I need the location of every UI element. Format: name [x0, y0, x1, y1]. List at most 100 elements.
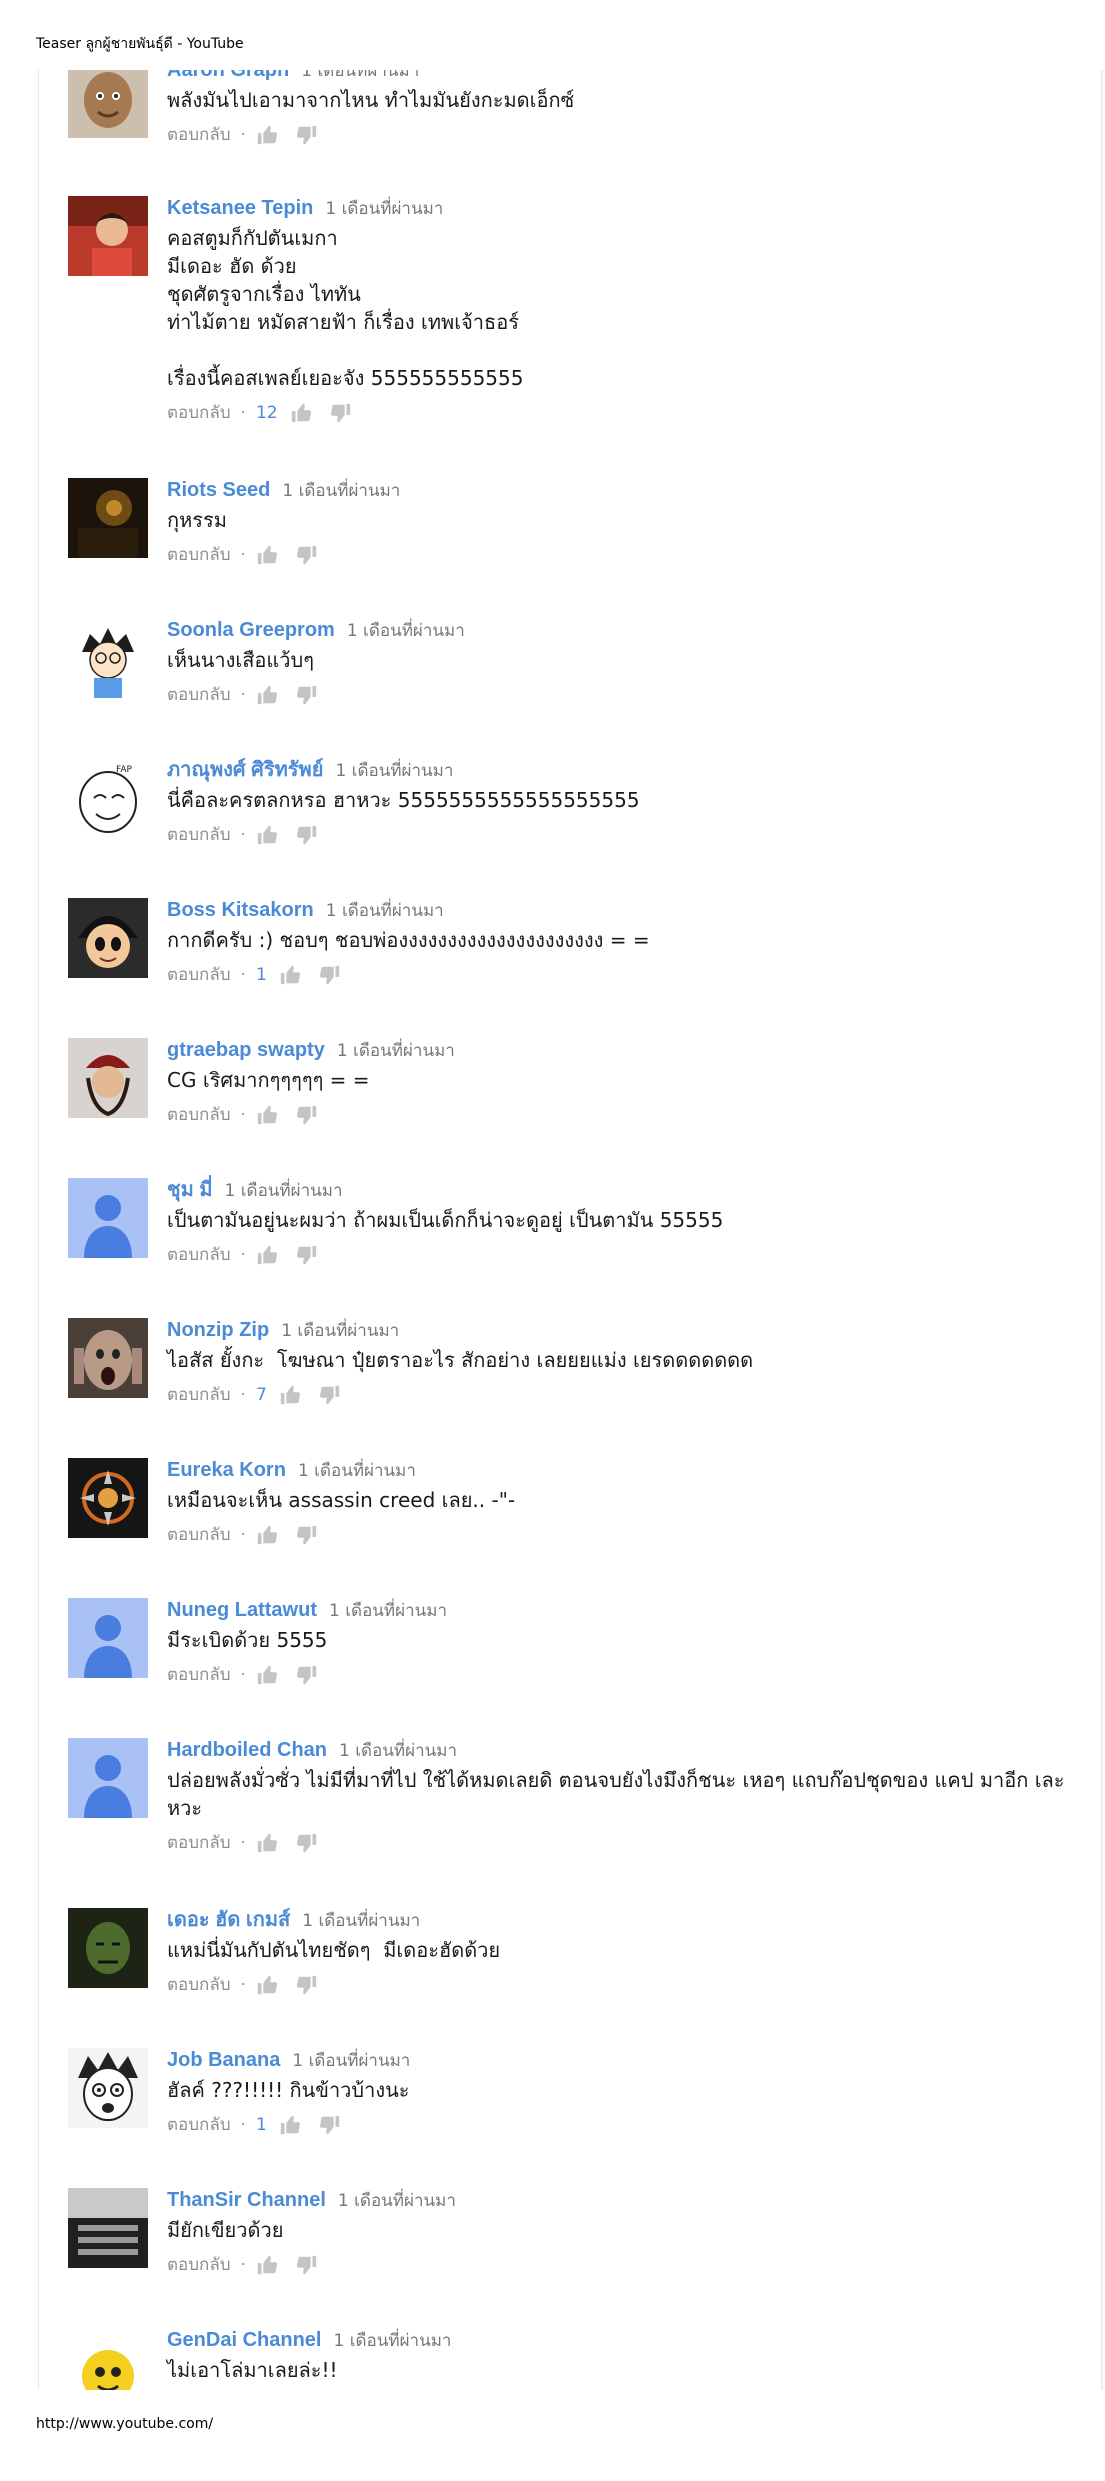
author-link[interactable]: Eureka Korn	[167, 1459, 286, 1481]
thumb-up-icon[interactable]	[256, 1664, 278, 1686]
reply-button[interactable]: ตอบกลับ	[167, 398, 231, 428]
thumb-up-icon[interactable]	[256, 544, 278, 566]
comment-timestamp[interactable]: 1 เดือนที่ผ่านมา	[339, 1741, 457, 1761]
author-link[interactable]: Soonla Greeprom	[167, 619, 335, 641]
reply-button[interactable]: ตอบกลับ	[167, 1380, 231, 1410]
avatar[interactable]	[68, 1178, 148, 1258]
comment-timestamp[interactable]: 1 เดือนที่ผ่านมา	[225, 1181, 343, 1201]
avatar[interactable]	[68, 1458, 148, 1538]
comment-timestamp[interactable]: 1 เดือนที่ผ่านมา	[347, 621, 465, 641]
avatar[interactable]	[68, 2328, 148, 2390]
reply-button[interactable]: ตอบกลับ	[167, 820, 231, 850]
thumb-down-icon[interactable]	[296, 124, 318, 146]
comment-actions: ตอบกลับ ·	[167, 680, 1067, 710]
reply-button[interactable]: ตอบกลับ	[167, 1970, 231, 2000]
avatar[interactable]	[68, 1038, 148, 1118]
author-link[interactable]: Nonzip Zip	[167, 1319, 269, 1341]
author-link[interactable]: Boss Kitsakorn	[167, 899, 314, 921]
thumb-down-icon[interactable]	[296, 1832, 318, 1854]
thumb-up-icon[interactable]	[256, 684, 278, 706]
thumb-down-icon[interactable]	[319, 964, 341, 986]
comment-actions: ตอบกลับ · 1	[167, 960, 1067, 990]
reply-button[interactable]: ตอบกลับ	[167, 2250, 231, 2280]
reply-button[interactable]: ตอบกลับ	[167, 960, 231, 990]
comment-timestamp[interactable]: 1 เดือนที่ผ่านมา	[281, 1321, 399, 1341]
comment-timestamp[interactable]: 1 เดือนที่ผ่านมา	[329, 1601, 447, 1621]
author-link[interactable]: เดอะ ฮัด เกมส์	[167, 1909, 290, 1931]
avatar[interactable]	[68, 2048, 148, 2128]
thumb-up-icon[interactable]	[256, 1974, 278, 1996]
comment-timestamp[interactable]: 1 เดือนที่ผ่านมา	[337, 1041, 455, 1061]
thumb-up-icon[interactable]	[256, 2254, 278, 2276]
author-link[interactable]: Aaron Graph	[167, 70, 289, 81]
thumb-down-icon[interactable]	[296, 544, 318, 566]
thumb-down-icon[interactable]	[319, 1384, 341, 1406]
avatar[interactable]	[68, 1318, 148, 1398]
thumb-down-icon[interactable]	[319, 2114, 341, 2136]
reply-button[interactable]: ตอบกลับ	[167, 120, 231, 150]
avatar[interactable]	[68, 1908, 148, 1988]
thumb-up-icon[interactable]	[256, 1832, 278, 1854]
thumb-up-icon[interactable]	[256, 824, 278, 846]
avatar[interactable]	[68, 898, 148, 978]
avatar[interactable]	[68, 1598, 148, 1678]
comment-timestamp[interactable]: 1 เดือนที่ผ่านมา	[301, 70, 419, 81]
author-link[interactable]: ชุม มี่	[167, 1179, 213, 1201]
thumb-down-icon[interactable]	[296, 684, 318, 706]
thumb-up-icon[interactable]	[279, 964, 301, 986]
author-link[interactable]: gtraebap swapty	[167, 1039, 325, 1061]
thumb-down-icon[interactable]	[296, 824, 318, 846]
thumb-up-icon[interactable]	[256, 124, 278, 146]
reply-button[interactable]: ตอบกลับ	[167, 1240, 231, 1270]
thumb-up-icon[interactable]	[256, 1524, 278, 1546]
comment-timestamp[interactable]: 1 เดือนที่ผ่านมา	[282, 481, 400, 501]
comment-timestamp[interactable]: 1 เดือนที่ผ่านมา	[325, 199, 443, 219]
author-link[interactable]: Hardboiled Chan	[167, 1739, 327, 1761]
author-link[interactable]: Riots Seed	[167, 479, 270, 501]
comment-timestamp[interactable]: 1 เดือนที่ผ่านมา	[333, 2331, 451, 2351]
comment-timestamp[interactable]: 1 เดือนที่ผ่านมา	[298, 1461, 416, 1481]
avatar[interactable]	[68, 1738, 148, 1818]
reply-button[interactable]: ตอบกลับ	[167, 2110, 231, 2140]
separator-dot: ·	[240, 825, 246, 845]
comment-text: ฮัลค์ ???!!!!! กินข้าวบ้างนะ	[167, 2078, 410, 2102]
comment-timestamp[interactable]: 1 เดือนที่ผ่านมา	[338, 2191, 456, 2211]
avatar[interactable]: FAP	[68, 758, 148, 838]
comment-timestamp[interactable]: 1 เดือนที่ผ่านมา	[302, 1911, 420, 1931]
avatar[interactable]	[68, 478, 148, 558]
thumb-down-icon[interactable]	[330, 402, 352, 424]
thumb-down-icon[interactable]	[296, 2254, 318, 2276]
author-link[interactable]: Ketsanee Tepin	[167, 197, 313, 219]
author-link[interactable]: ThanSir Channel	[167, 2189, 326, 2211]
avatar[interactable]	[68, 70, 148, 138]
reply-button[interactable]: ตอบกลับ	[167, 1520, 231, 1550]
reply-button[interactable]: ตอบกลับ	[167, 680, 231, 710]
thumb-up-icon[interactable]	[256, 1244, 278, 1266]
author-link[interactable]: ภาณุพงศ์ ศิริทรัพย์	[167, 759, 323, 781]
thumb-down-icon[interactable]	[296, 1974, 318, 1996]
thumb-up-icon[interactable]	[256, 1104, 278, 1126]
author-link[interactable]: Job Banana	[167, 2049, 280, 2071]
reply-button[interactable]: ตอบกลับ	[167, 1100, 231, 1130]
author-link[interactable]: Nuneg Lattawut	[167, 1599, 317, 1621]
avatar[interactable]	[68, 618, 148, 698]
reply-button[interactable]: ตอบกลับ	[167, 1828, 231, 1858]
separator-dot: ·	[240, 1665, 246, 1685]
comment-text: นี่คือละครตลกหรอ ฮาหวะ 55555555555555555…	[167, 788, 640, 812]
avatar[interactable]	[68, 2188, 148, 2268]
thumb-up-icon[interactable]	[290, 402, 312, 424]
avatar[interactable]	[68, 196, 148, 276]
thumb-up-icon[interactable]	[279, 1384, 301, 1406]
thumb-down-icon[interactable]	[296, 1244, 318, 1266]
comment-meta: ชุม มี่ 1 เดือนที่ผ่านมา	[167, 1178, 1067, 1202]
reply-button[interactable]: ตอบกลับ	[167, 1660, 231, 1690]
comment-timestamp[interactable]: 1 เดือนที่ผ่านมา	[326, 901, 444, 921]
thumb-up-icon[interactable]	[279, 2114, 301, 2136]
thumb-down-icon[interactable]	[296, 1524, 318, 1546]
thumb-down-icon[interactable]	[296, 1664, 318, 1686]
comment-timestamp[interactable]: 1 เดือนที่ผ่านมา	[292, 2051, 410, 2071]
thumb-down-icon[interactable]	[296, 1104, 318, 1126]
comment-timestamp[interactable]: 1 เดือนที่ผ่านมา	[335, 761, 453, 781]
reply-button[interactable]: ตอบกลับ	[167, 540, 231, 570]
author-link[interactable]: GenDai Channel	[167, 2329, 321, 2351]
